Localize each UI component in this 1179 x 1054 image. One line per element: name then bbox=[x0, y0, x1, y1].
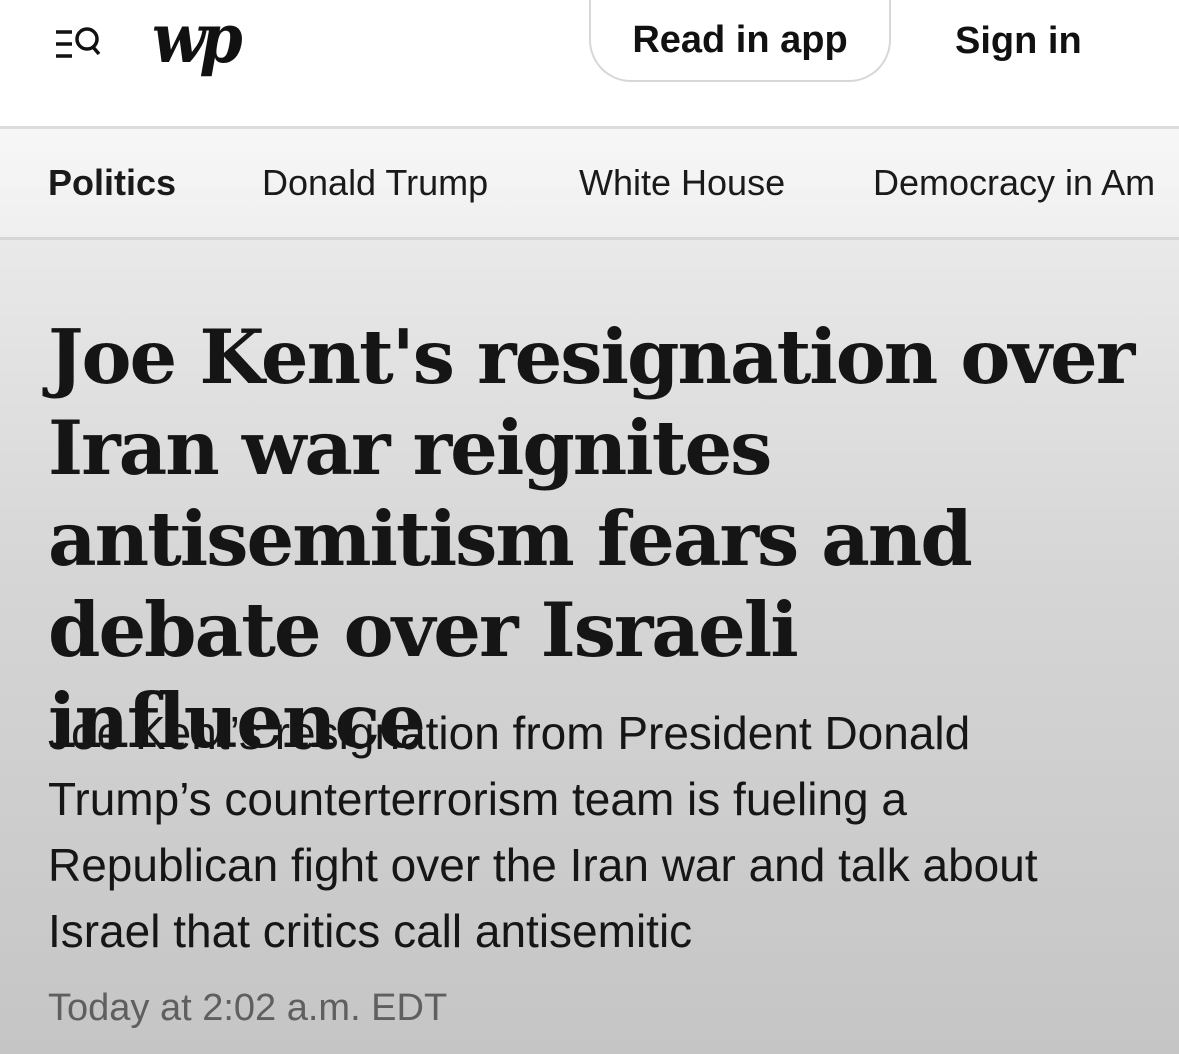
nav-item-democracy-in-america[interactable]: Democracy in Am bbox=[873, 161, 1155, 205]
article-dek: Joe Kent’s resignation from President Do… bbox=[48, 707, 1038, 957]
article-headline: Joe Kent's resignation over Iran war rei… bbox=[48, 313, 1135, 765]
nav-item-politics[interactable]: Politics bbox=[48, 161, 176, 205]
logo-wordmark: wp bbox=[152, 0, 243, 79]
washington-post-logo[interactable]: wp bbox=[152, 0, 252, 82]
read-in-app-button[interactable]: Read in app bbox=[589, 0, 891, 82]
nav-item-white-house[interactable]: White House bbox=[579, 161, 785, 205]
article-timestamp: Today at 2:02 a.m. EDT bbox=[48, 987, 448, 1029]
article-header: Joe Kent's resignation over Iran war rei… bbox=[0, 240, 1179, 1054]
nav-item-donald-trump[interactable]: Donald Trump bbox=[262, 161, 488, 205]
menu-search-icon bbox=[56, 27, 101, 58]
section-nav: Politics Donald Trump White House Democr… bbox=[0, 129, 1179, 237]
menu-search-button[interactable] bbox=[52, 20, 104, 64]
top-bar: wp Read in app Sign in bbox=[0, 0, 1179, 126]
sign-in-link[interactable]: Sign in bbox=[955, 16, 1082, 66]
